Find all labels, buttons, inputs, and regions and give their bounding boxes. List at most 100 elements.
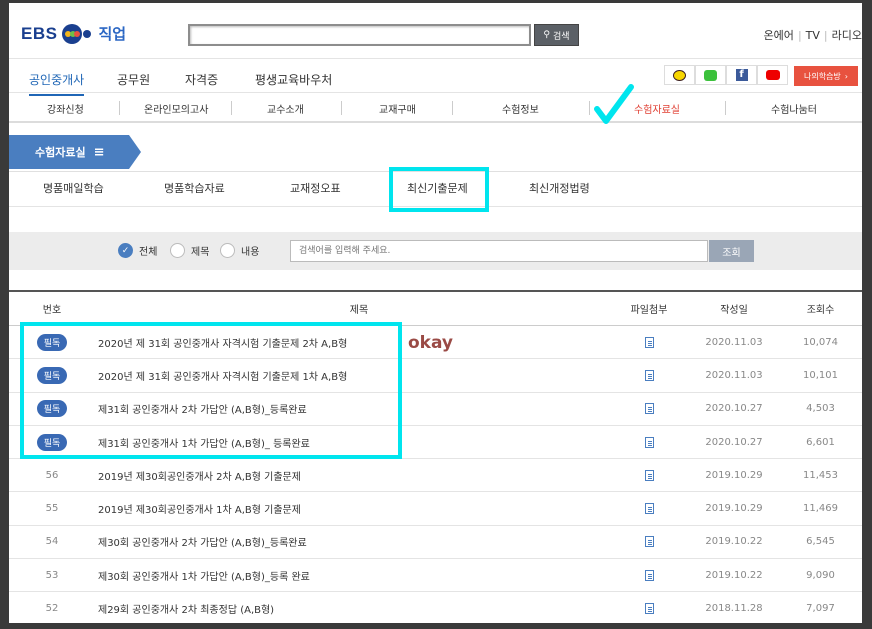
- check-icon: ✓: [118, 243, 133, 258]
- row-date: 2019.10.22: [705, 569, 763, 581]
- board-search-input[interactable]: [290, 240, 708, 262]
- radio-title[interactable]: 제목: [170, 243, 209, 258]
- table-row[interactable]: 52 제29회 공인중개사 2차 최종정답 (A,B형) 2018.11.28 7,0…: [9, 592, 862, 623]
- row-title[interactable]: 제30회 공인중개사 1차 가답안 (A,B형)_등록 완료: [98, 559, 618, 591]
- row-attachment[interactable]: [624, 426, 674, 458]
- row-date: 2019.10.29: [705, 469, 763, 481]
- file-icon: [644, 403, 654, 415]
- link-tv[interactable]: TV: [806, 29, 820, 42]
- submenu-item-mock-exam[interactable]: 온라인모의고사: [144, 101, 208, 116]
- table-row[interactable]: 54 제30회 공인중개사 2차 가답안 (A,B형)_등록완료 2019.10.2…: [9, 526, 862, 560]
- header-date: 작성일: [720, 305, 748, 316]
- tab-errata[interactable]: 교재정오표: [290, 180, 341, 196]
- file-icon: [644, 436, 654, 448]
- radio-all[interactable]: ✓ 전체: [118, 243, 157, 258]
- search-icon: ⚲: [543, 30, 551, 40]
- browser-page: EBS 직업 ⚲ 검색 온에어 | TV | 라디오 공인중개사 공무원 자격증 평생교…: [9, 3, 862, 623]
- nav-item-certificate[interactable]: 자격증: [185, 71, 218, 88]
- submenu-item-exam-info[interactable]: 수험정보: [502, 101, 539, 116]
- radio-content[interactable]: 내용: [220, 243, 259, 258]
- link-onair[interactable]: 온에어: [764, 29, 794, 42]
- submenu-item-professors[interactable]: 교수소개: [267, 101, 304, 116]
- row-date: 2019.10.29: [705, 503, 763, 515]
- row-date: 2019.10.22: [705, 536, 763, 548]
- row-number: 53: [9, 559, 95, 591]
- submenu-item-course[interactable]: 강좌신청: [47, 101, 84, 116]
- table-row[interactable]: 55 2019년 제30회공인중개사 1차 A,B형 기출문제 2019.10.29…: [9, 492, 862, 526]
- row-number-text: 52: [45, 603, 59, 615]
- my-learning-label: 나의학습방: [803, 71, 841, 81]
- header-title: 제목: [349, 305, 369, 316]
- site-search-input[interactable]: [188, 24, 531, 46]
- tab-recent-laws[interactable]: 최신개정법령: [529, 180, 590, 196]
- row-views: 7,097: [806, 603, 835, 615]
- file-icon: [644, 603, 654, 615]
- row-views: 10,101: [803, 369, 838, 381]
- submenu-item-exam-archive[interactable]: 수험자료실: [634, 101, 680, 116]
- row-views: 11,453: [803, 469, 838, 481]
- facebook-icon[interactable]: f: [726, 65, 757, 85]
- row-attachment[interactable]: [624, 326, 674, 358]
- row-views: 9,090: [806, 569, 835, 581]
- row-title[interactable]: 2019년 제30회공인중개사 2차 A,B형 기출문제: [98, 459, 618, 491]
- row-title[interactable]: 제30회 공인중개사 2차 가답안 (A,B형)_등록완료: [98, 526, 618, 558]
- row-number-text: 54: [45, 536, 59, 548]
- okay-annotation: okay: [408, 333, 454, 353]
- main-nav: 공인중개사 공무원 자격증 평생교육바우처 f 나의학습방 ›: [9, 59, 862, 96]
- row-number: 56: [9, 459, 95, 491]
- row-attachment[interactable]: [624, 359, 674, 391]
- tab-study-material[interactable]: 명품학습자료: [164, 180, 225, 196]
- table-row[interactable]: 53 제30회 공인중개사 1차 가답안 (A,B형)_등록 완료 2019.10.…: [9, 559, 862, 593]
- link-radio[interactable]: 라디오: [832, 29, 862, 42]
- row-attachment[interactable]: [624, 492, 674, 524]
- row-title[interactable]: 2019년 제30회공인중개사 1차 A,B형 기출문제: [98, 492, 618, 524]
- row-attachment[interactable]: [624, 559, 674, 591]
- row-views: 6,545: [806, 536, 835, 548]
- file-icon: [644, 469, 654, 481]
- menu-icon: ≡: [93, 144, 105, 160]
- row-views: 10,074: [803, 336, 838, 348]
- file-icon: [644, 536, 654, 548]
- section-title-tag[interactable]: 수험자료실 ≡: [9, 135, 141, 169]
- my-learning-button[interactable]: 나의학습방 ›: [794, 66, 858, 86]
- tab-daily-study[interactable]: 명품매일학습: [43, 180, 104, 196]
- sns-links: f: [664, 65, 788, 85]
- line-icon[interactable]: [695, 65, 726, 85]
- row-attachment[interactable]: [624, 459, 674, 491]
- search-button-label: 검색: [553, 31, 570, 42]
- logo-subtitle: 직업: [98, 25, 127, 43]
- sub-menu: 강좌신청 온라인모의고사 교수소개 교재구매 수험정보 수험자료실 수험나눔터: [9, 93, 862, 123]
- row-date: 2020.10.27: [705, 436, 763, 448]
- radio-all-label: 전체: [139, 247, 158, 258]
- header-views: 조회수: [806, 305, 835, 316]
- row-number: 52: [9, 592, 95, 623]
- logo-text: EBS: [21, 23, 58, 43]
- file-icon: [644, 569, 654, 581]
- site-search-button[interactable]: ⚲ 검색: [534, 24, 579, 46]
- file-icon: [644, 503, 654, 515]
- nav-item-voucher[interactable]: 평생교육바우처: [255, 71, 332, 88]
- row-date: 2018.11.28: [705, 603, 763, 615]
- chevron-right-icon: ›: [844, 71, 848, 81]
- submenu-item-textbook[interactable]: 교재구매: [379, 101, 416, 116]
- row-number: 55: [9, 492, 95, 524]
- table-row[interactable]: 56 2019년 제30회공인중개사 2차 A,B형 기출문제 2019.10.29…: [9, 459, 862, 493]
- row-title[interactable]: 제29회 공인중개사 2차 최종정답 (A,B형): [98, 592, 618, 623]
- section-header: 수험자료실 ≡: [9, 135, 862, 172]
- board-search-bar: ✓ 전체 제목 내용 조회: [9, 232, 862, 270]
- section-title: 수험자료실: [35, 146, 86, 159]
- header-file: 파일첨부: [630, 305, 668, 316]
- nav-item-civil-service[interactable]: 공무원: [117, 71, 150, 88]
- youtube-icon[interactable]: [757, 65, 788, 85]
- row-number: 54: [9, 526, 95, 558]
- kakao-icon[interactable]: [664, 65, 695, 85]
- row-date: 2020.11.03: [705, 336, 763, 348]
- row-attachment[interactable]: [624, 526, 674, 558]
- row-attachment[interactable]: [624, 393, 674, 425]
- row-attachment[interactable]: [624, 592, 674, 623]
- site-header: EBS 직업 ⚲ 검색 온에어 | TV | 라디오: [9, 3, 862, 59]
- row-number-text: 55: [45, 503, 59, 515]
- submenu-item-community[interactable]: 수험나눔터: [771, 101, 817, 116]
- board-search-button[interactable]: 조회: [709, 240, 754, 262]
- ebs-logo[interactable]: EBS 직업: [21, 23, 126, 44]
